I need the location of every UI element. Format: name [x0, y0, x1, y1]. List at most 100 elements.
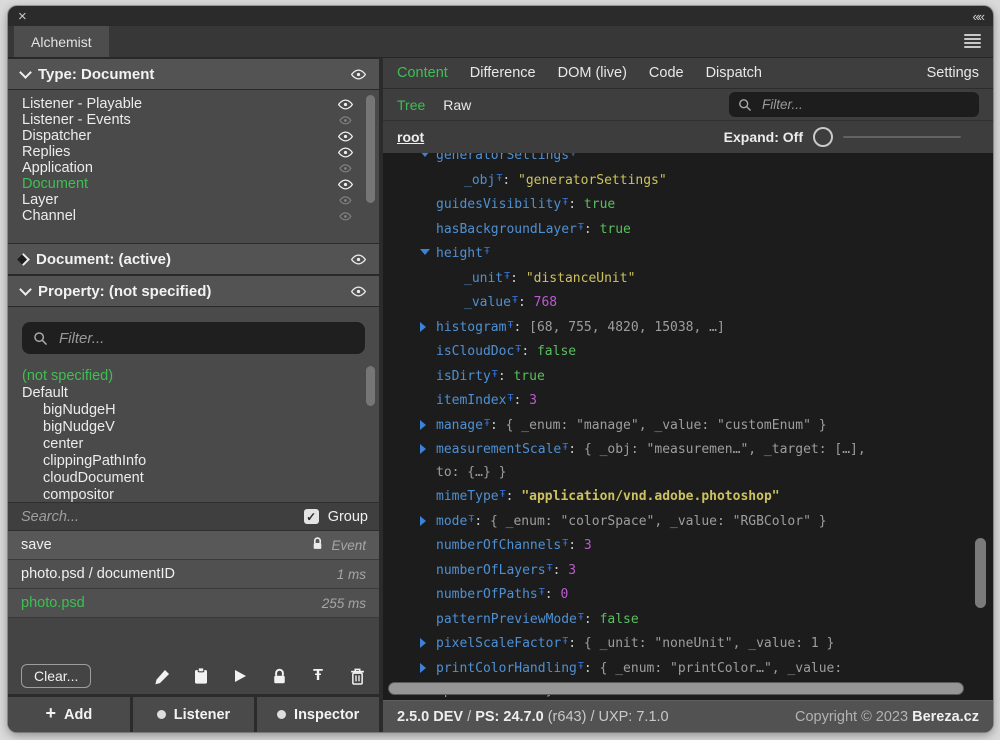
type-list-item[interactable]: Layer	[22, 192, 379, 208]
tab-settings[interactable]: Settings	[927, 65, 979, 81]
expand-toggle-track[interactable]	[843, 136, 961, 138]
pin-icon[interactable]: Ŧ	[309, 667, 327, 685]
type-list-item[interactable]: Listener - Events	[22, 112, 379, 128]
property-list-item[interactable]: center	[22, 435, 379, 452]
tree-key: hasBackgroundLayer	[436, 221, 577, 237]
event-row[interactable]: save Event	[8, 531, 379, 560]
property-filter-input[interactable]	[57, 328, 354, 348]
expand-arrow-icon[interactable]	[420, 419, 426, 430]
expand-arrow-icon[interactable]	[420, 638, 426, 648]
property-list-item[interactable]: clippingPathInfo	[22, 452, 379, 469]
tree-line[interactable]: measurementScaleŦ: { _obj: "measuremen…"…	[383, 437, 993, 484]
property-list-item[interactable]: Default	[22, 384, 379, 401]
eye-icon[interactable]	[337, 98, 353, 110]
tree-line[interactable]: _valueŦ: 768	[383, 290, 993, 315]
copyright: Copyright © 2023 Bereza.cz	[795, 708, 979, 725]
eye-icon[interactable]	[337, 130, 353, 142]
scrollbar-thumb[interactable]	[366, 95, 375, 203]
property-section-header[interactable]: Property: (not specified)	[8, 275, 379, 307]
tab-dispatch[interactable]: Dispatch	[706, 65, 762, 81]
play-icon[interactable]	[231, 667, 249, 685]
tab-content[interactable]: Content	[397, 65, 448, 81]
tree-line[interactable]: isDirtyŦ: true	[383, 364, 993, 389]
clear-button[interactable]: Clear...	[21, 664, 92, 688]
scrollbar-thumb[interactable]	[975, 538, 986, 608]
pin-icon[interactable]: Ŧ	[484, 246, 490, 257]
collapse-arrow-icon[interactable]	[420, 153, 430, 157]
expand-arrow-icon[interactable]	[420, 444, 426, 454]
tree-line[interactable]: mimeTypeŦ: "application/vnd.adobe.photos…	[383, 484, 993, 509]
listener-button[interactable]: Listener	[132, 697, 255, 732]
lock-icon[interactable]	[270, 667, 288, 685]
property-list-item[interactable]: bigNudgeH	[22, 401, 379, 418]
tree-line[interactable]: itemIndexŦ: 3	[383, 388, 993, 413]
plus-icon: +	[45, 703, 56, 723]
expand-arrow-icon[interactable]	[420, 321, 426, 332]
tree-line[interactable]: manageŦ: { _enum: "manage", _value: "cus…	[383, 413, 993, 438]
type-list-item[interactable]: Channel	[22, 208, 379, 224]
tree-line[interactable]: generatorSettingsŦ	[383, 153, 993, 168]
eye-icon[interactable]	[337, 178, 353, 190]
property-list-item[interactable]: bigNudgeV	[22, 418, 379, 435]
tree-line[interactable]: _objŦ: "generatorSettings"	[383, 168, 993, 193]
tab-code[interactable]: Code	[649, 65, 684, 81]
menu-icon[interactable]	[964, 34, 981, 48]
event-search-input[interactable]	[19, 507, 295, 526]
collapse-panel-icon[interactable]: ««	[973, 9, 986, 24]
tree-line[interactable]: _unitŦ: "distanceUnit"	[383, 266, 993, 291]
add-button[interactable]: + Add	[8, 697, 130, 732]
horizontal-scrollbar[interactable]	[388, 682, 988, 695]
expand-arrow-icon[interactable]	[420, 515, 426, 526]
type-list-item[interactable]: Listener - Playable	[22, 96, 379, 112]
close-icon[interactable]: ×	[18, 9, 27, 24]
collapse-arrow-icon[interactable]	[420, 249, 430, 255]
tree-line[interactable]: numberOfLayersŦ: 3	[383, 558, 993, 583]
tree-line[interactable]: guidesVisibilityŦ: true	[383, 192, 993, 217]
eye-icon[interactable]	[339, 211, 352, 221]
group-checkbox[interactable]: ✓	[303, 509, 319, 524]
property-list-item[interactable]: compositor	[22, 486, 379, 503]
tab-difference[interactable]: Difference	[470, 65, 536, 81]
tree-line[interactable]: pixelScaleFactorŦ: { _unit: "noneUnit", …	[383, 631, 993, 656]
tree-line[interactable]: numberOfChannelsŦ: 3	[383, 533, 993, 558]
inspector-button[interactable]: Inspector	[257, 697, 380, 732]
clipboard-icon[interactable]	[192, 667, 210, 685]
tree-line[interactable]: isCloudDocŦ: false	[383, 339, 993, 364]
eye-icon[interactable]	[350, 253, 366, 265]
pin-icon[interactable]: Ŧ	[570, 153, 576, 159]
subtab-raw[interactable]: Raw	[443, 97, 471, 113]
breadcrumb-root-link[interactable]: root	[397, 129, 424, 145]
property-list-item[interactable]: cloudDocument	[22, 469, 379, 486]
tree-line[interactable]: heightŦ	[383, 241, 993, 266]
type-section-header[interactable]: Type: Document	[8, 58, 379, 90]
eye-icon[interactable]	[350, 285, 366, 297]
eye-icon[interactable]	[350, 68, 366, 80]
eye-icon[interactable]	[339, 195, 352, 205]
document-section-header[interactable]: Document: (active)	[8, 243, 379, 275]
tree-line[interactable]: hasBackgroundLayerŦ: true	[383, 217, 993, 242]
expand-arrow-icon[interactable]	[420, 662, 426, 673]
tree-line[interactable]: numberOfPathsŦ: 0	[383, 582, 993, 607]
tab-alchemist[interactable]: Alchemist	[14, 26, 109, 57]
trash-icon[interactable]	[348, 667, 366, 685]
eye-icon[interactable]	[337, 146, 353, 158]
type-list-item[interactable]: Application	[22, 160, 379, 176]
eye-icon[interactable]	[339, 163, 352, 173]
type-list-item[interactable]: Document	[22, 176, 379, 192]
event-row[interactable]: photo.psd / documentID 1 ms	[8, 560, 379, 589]
scrollbar-thumb[interactable]	[366, 366, 375, 406]
tree-line[interactable]: patternPreviewModeŦ: false	[383, 607, 993, 632]
scrollbar-thumb[interactable]	[388, 682, 964, 695]
property-list-item[interactable]: (not specified)	[22, 367, 379, 384]
expand-toggle-knob[interactable]	[813, 127, 833, 147]
type-list-item[interactable]: Dispatcher	[22, 128, 379, 144]
tab-dom-live-[interactable]: DOM (live)	[558, 65, 627, 81]
tree-line[interactable]: histogramŦ: [68, 755, 4820, 15038, …]	[383, 315, 993, 340]
event-row[interactable]: photo.psd 255 ms	[8, 589, 379, 618]
type-list-item[interactable]: Replies	[22, 144, 379, 160]
eye-icon[interactable]	[339, 115, 352, 125]
subtab-tree[interactable]: Tree	[397, 97, 425, 113]
pencil-icon[interactable]	[153, 667, 171, 685]
tree-line[interactable]: modeŦ: { _enum: "colorSpace", _value: "R…	[383, 509, 993, 534]
tree-filter-input[interactable]	[760, 96, 970, 113]
